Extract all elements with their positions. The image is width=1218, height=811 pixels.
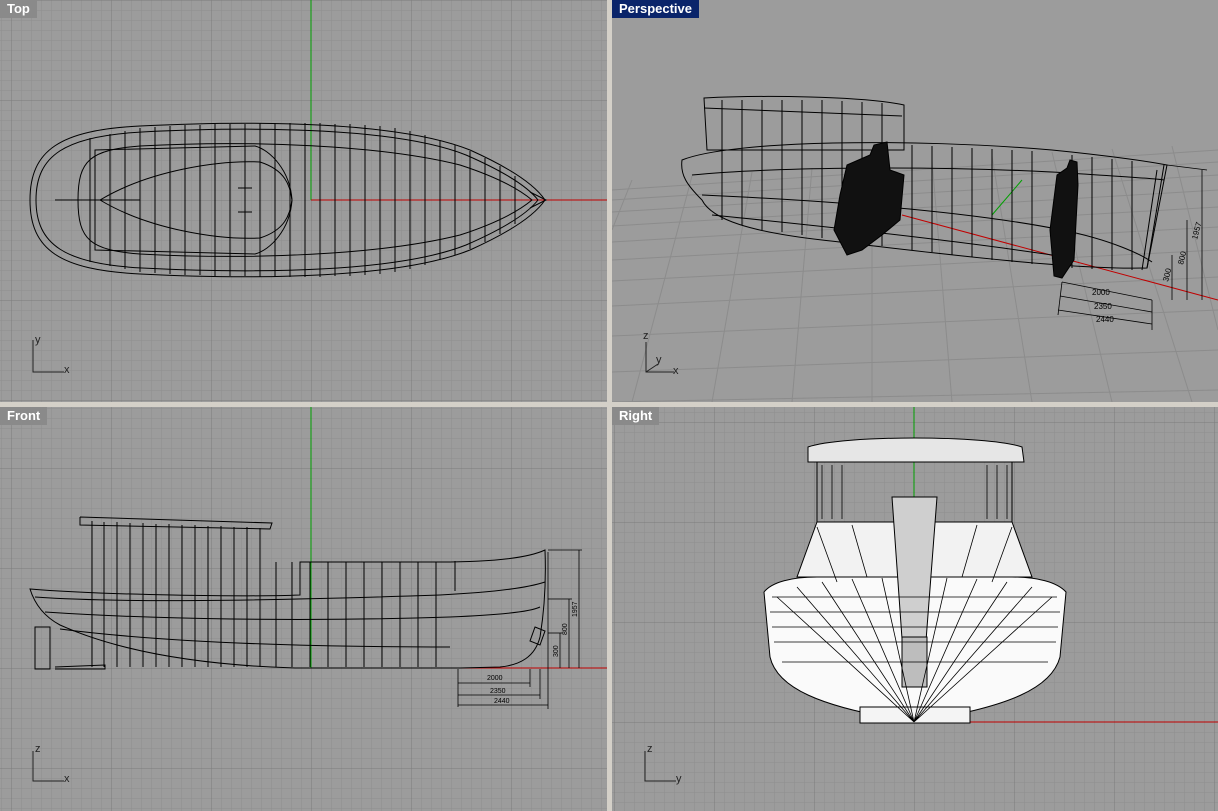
front-dim-h2: 2350 <box>490 688 506 695</box>
front-dim-h1: 2000 <box>487 675 503 682</box>
viewport-right[interactable]: Right z y <box>612 407 1218 811</box>
axis-indicator-front: z x <box>28 743 78 787</box>
perspective-grid <box>612 145 1218 402</box>
keel-fins <box>833 141 1079 279</box>
top-view-canvas[interactable] <box>0 0 607 402</box>
axis-label-x: x <box>64 773 70 785</box>
viewport-front[interactable]: 2000 2350 2440 1957 800 300 Front z x <box>0 407 607 811</box>
axis-label-z: z <box>647 743 653 755</box>
front-dim-v1: 1957 <box>572 601 579 617</box>
axis-label-x: x <box>673 365 679 377</box>
axis-label-y: y <box>676 773 682 785</box>
axis-label-y: y <box>35 334 41 346</box>
viewport-perspective[interactable]: 2000 2350 2440 1957 800 300 Perspective … <box>612 0 1218 402</box>
viewport-title-front[interactable]: Front <box>0 407 48 425</box>
axis-label-x: x <box>64 364 70 376</box>
boat-perspective-wireframe <box>681 95 1168 271</box>
persp-dim-h1: 2000 <box>1092 288 1110 297</box>
persp-dim-h2: 2350 <box>1094 302 1112 311</box>
viewport-top[interactable]: Top y x <box>0 0 607 402</box>
axis-label-z: z <box>35 743 41 755</box>
axis-label-z: z <box>643 330 649 342</box>
persp-dim-h3: 2440 <box>1096 315 1114 324</box>
axis-indicator-perspective: z y x <box>640 330 700 380</box>
viewport-title-right[interactable]: Right <box>612 407 660 425</box>
right-view-canvas[interactable] <box>612 407 1218 811</box>
viewport-title-top[interactable]: Top <box>0 0 37 18</box>
axis-indicator-right: z y <box>640 743 690 787</box>
front-dim-h3: 2440 <box>494 698 510 705</box>
axis-label-y: y <box>656 354 662 366</box>
front-view-canvas[interactable]: 2000 2350 2440 1957 800 300 <box>0 407 607 811</box>
front-dim-v2: 800 <box>562 623 569 635</box>
axis-indicator-top: y x <box>28 334 78 378</box>
perspective-view-canvas[interactable]: 2000 2350 2440 1957 800 300 <box>612 0 1218 402</box>
front-dim-v3: 300 <box>553 645 560 657</box>
viewport-title-perspective[interactable]: Perspective <box>612 0 699 18</box>
